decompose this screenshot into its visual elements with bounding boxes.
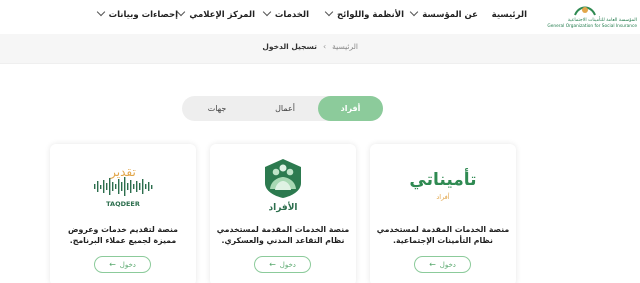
breadcrumb-current: تسجيل الدخول [262,42,317,51]
nav-home-label: الرئيسية [491,10,527,20]
chevron-down-icon [262,7,272,17]
nav-regulations-label: الأنظمة واللوائح [337,10,404,20]
nav-about-label: عن المؤسسة [422,10,478,20]
afrad-badge-icon [265,159,301,198]
login-button-label: دخول [439,261,456,269]
chevron-down-icon [96,7,105,17]
card-description: منصة لتقديم خدمات وعروض مميزة لجميع عملا… [68,225,178,245]
chevron-down-icon [324,7,334,17]
taminaty-logo-text: تأميناتي [409,170,477,190]
login-button-taminaty[interactable]: دخول← [414,256,471,273]
tab-business[interactable]: أعمال [252,96,318,121]
taqdeer-logo-english: TAQDEER [106,200,140,208]
breadcrumb-separator: › [322,42,327,51]
chevron-down-icon [410,7,419,17]
card-description: منصة الخدمات المقدمة لمستخدمي نظام التقا… [216,225,350,245]
logo-text-arabic: المؤسسة العامة للتأمينات الاجتماعية [567,18,637,23]
login-button-label: دخول [279,261,296,269]
taminaty-logo-subtext: أفراد [436,193,450,201]
arrow-left-icon: ← [429,260,436,269]
card-description: منصة الخدمات المقدمة لمستخدمي نظام التأم… [376,225,510,245]
taqdeer-logo-arabic: تقدير [109,165,136,180]
arrow-left-icon: ← [109,260,116,269]
nav-services-label: الخدمات [274,10,309,20]
gosi-logo[interactable]: المؤسسة العامة للتأمينات الاجتماعية Gene… [545,3,637,31]
tab-entities[interactable]: جهات [182,96,252,121]
breadcrumb-home[interactable]: الرئيسية [332,42,358,51]
breadcrumb: الرئيسية › تسجيل الدخول [262,42,358,51]
afrad-logo-text: الأفراد [268,203,298,213]
chevron-down-icon [177,7,186,17]
taqdeer-logo-icon: تقدير TAQDEER [94,165,153,208]
account-type-tabs: أفراد أعمال جهات [182,96,383,121]
login-button-label: دخول [119,261,136,269]
nav-media-label: المركز الإعلامي [189,10,255,20]
logo-text-english: General Organization for Social Insuranc… [547,24,637,29]
logo-mark-icon [574,6,596,16]
nav-stats-label: إحصاءات وبيانات [108,10,178,20]
nav-about[interactable]: عن المؤسسة [410,7,478,24]
nav-home[interactable]: الرئيسية [492,10,527,24]
card-taminaty: تأميناتي أفراد منصة الخدمات المقدمة لمست… [370,144,516,283]
login-button-taqdeer[interactable]: دخول← [94,256,151,273]
arrow-left-icon: ← [269,260,276,269]
nav-regulations[interactable]: الأنظمة واللوائح [324,7,404,24]
nav-stats[interactable]: إحصاءات وبيانات [96,7,178,24]
login-button-afrad[interactable]: دخول← [254,256,311,273]
soundwave-icon [94,177,153,196]
card-afrad: الأفراد منصة الخدمات المقدمة لمستخدمي نظ… [210,144,356,283]
card-taqdeer: تقدير TAQDEER منصة لتقديم خدمات وعروض مم… [50,144,196,283]
nav-media[interactable]: المركز الإعلامي [177,7,255,24]
top-navigation: المؤسسة العامة للتأمينات الاجتماعية Gene… [0,0,640,34]
nav-services[interactable]: الخدمات [262,7,309,24]
tab-individuals[interactable]: أفراد [318,96,383,121]
